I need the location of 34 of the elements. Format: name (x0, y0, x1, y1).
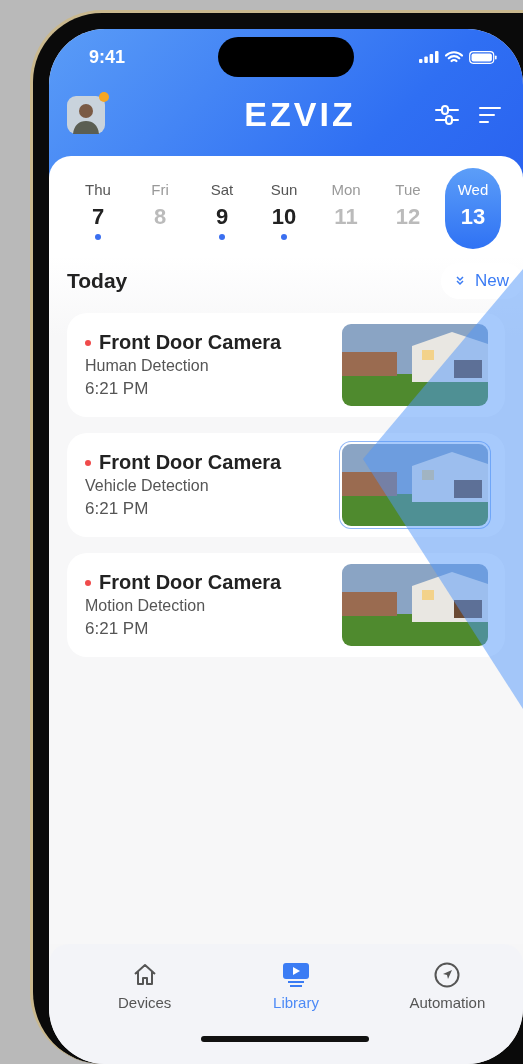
event-dot (281, 234, 287, 240)
battery-icon (469, 50, 497, 64)
detection-type: Motion Detection (85, 597, 207, 615)
detection-type: Human Detection (85, 357, 210, 375)
section-title: Today (67, 269, 128, 293)
camera-name: Front Door Camera (99, 451, 282, 474)
day-item[interactable]: Sun 10 (253, 168, 315, 249)
event-dot (219, 234, 225, 240)
photo-placeholder[interactable] (342, 444, 488, 526)
double-chevron-down-icon (455, 276, 465, 286)
camera-name: Front Door Camera (99, 571, 282, 594)
sort-icon[interactable] (479, 105, 501, 124)
day-item[interactable]: Thu 7 (67, 168, 129, 249)
event-time: 6:21 PM (85, 619, 150, 639)
event-dot (95, 234, 101, 240)
filter-sliders-icon[interactable] (435, 103, 459, 126)
event-card[interactable]: Front Door Camera Human Detection 6:21 PM (67, 313, 505, 417)
tab-item[interactable]: Devices (69, 944, 221, 1024)
camera-name: Front Door Camera (99, 331, 282, 354)
event-time: 6:21 PM (85, 499, 150, 519)
event-time: 6:21 PM (85, 379, 150, 399)
event-card[interactable]: Front Door Camera Motion Detection 6:21 PM (67, 553, 505, 657)
day-item[interactable]: Wed 13 (445, 168, 501, 249)
status-time: 9:41 (89, 46, 126, 68)
photo-placeholder[interactable] (342, 324, 488, 406)
detection-type: Vehicle Detection (85, 477, 210, 495)
app-logo: EZVIZ (244, 95, 356, 134)
tab-item[interactable]: Automation (371, 944, 523, 1024)
photo-placeholder[interactable] (342, 564, 488, 646)
wifi-icon (445, 50, 463, 64)
event-card[interactable]: Front Door Camera Vehicle Detection 6:21 PM (67, 433, 505, 537)
signal-icon (419, 51, 439, 63)
day-item[interactable]: Sat 9 (191, 168, 253, 249)
play-screen-icon (282, 962, 310, 988)
